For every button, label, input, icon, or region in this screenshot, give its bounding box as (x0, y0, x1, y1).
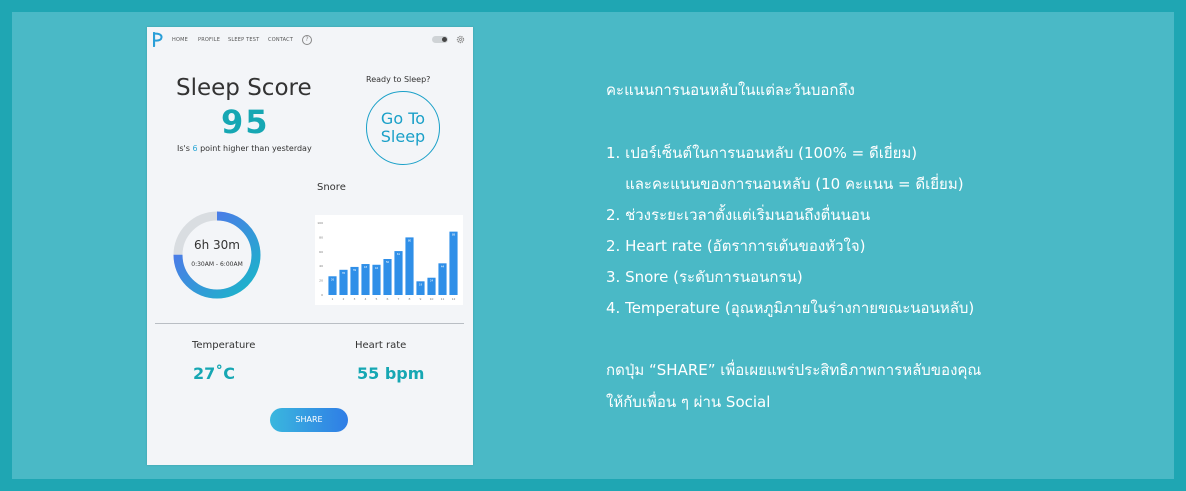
y-tick-label: 40 (319, 264, 323, 268)
y-tick-label: 80 (319, 235, 323, 239)
bar-value-label: 44 (441, 264, 445, 268)
heart-rate-value: 55 bpm (357, 364, 425, 383)
description-heading: คะแนนการนอนหลับในแต่ละวันบอกถึง (606, 81, 855, 99)
sleep-duration: 6h 30m (193, 238, 240, 252)
bar-value-label: 50 (386, 260, 390, 264)
gear-icon[interactable] (456, 35, 465, 44)
comparison-suffix: point higher than yesterday (197, 144, 312, 153)
x-tick-label: 3 (354, 297, 356, 301)
go-button-line2: Sleep (380, 127, 426, 146)
bar-value-label: 24 (430, 279, 434, 283)
description-item: 3. Snore (ระดับการนอนกรน) (606, 268, 803, 286)
toggle-knob (442, 37, 447, 42)
go-button-line1: Go To (380, 109, 426, 128)
snore-bar (449, 231, 458, 295)
share-button[interactable]: SHARE (270, 408, 348, 432)
x-tick-label: 2 (343, 297, 345, 301)
y-tick-label: 0 (321, 293, 323, 297)
bar-value-label: 88 (452, 233, 456, 237)
heart-rate-label: Heart rate (355, 340, 407, 351)
description-item: 2. ช่วงระยะเวลาตั้งแต่เริ่มนอนถึงตื่นนอน (606, 206, 871, 224)
y-tick-label: 20 (319, 279, 323, 283)
x-tick-label: 11 (441, 297, 445, 301)
description-item: และคะแนนของการนอนหลับ (10 คะแนน = ดีเยี่… (606, 175, 964, 193)
bar-value-label: 39 (353, 268, 357, 272)
go-to-sleep-button[interactable]: Go To Sleep (366, 91, 440, 165)
snore-title: Snore (317, 182, 346, 193)
ready-label: Ready to Sleep? (366, 75, 431, 84)
x-tick-label: 7 (398, 297, 400, 301)
x-tick-label: 9 (420, 297, 422, 301)
sleep-duration-ring (173, 211, 261, 299)
x-tick-label: 1 (332, 297, 334, 301)
share-description-line2: ให้กับเพื่อน ๆ ผ่าน Social (606, 393, 771, 411)
snore-bar (405, 237, 414, 295)
description-item: 2. Heart rate (อัตราการเต้นของหัวใจ) (606, 237, 866, 255)
logo-icon[interactable] (153, 32, 163, 47)
nav-sleep-test[interactable]: SLEEP TEST (228, 37, 259, 43)
y-tick-label: 100 (317, 221, 323, 225)
bar-value-label: 19 (419, 282, 423, 286)
bar-value-label: 42 (375, 266, 379, 270)
bar-value-label: 43 (364, 265, 368, 269)
app-mockup: HOME PROFILE SLEEP TEST CONTACT ? Sleep … (147, 27, 473, 465)
x-tick-label: 12 (452, 297, 456, 301)
snore-chart: 0 20 40 60 80 100 26 1 35 2 39 3 43 4 42 5 50 6 61 7 80 8 19 9 2… (315, 215, 463, 305)
y-tick-label: 60 (319, 250, 323, 254)
snore-bar (383, 259, 392, 295)
sleep-score-title: Sleep Score (176, 75, 312, 101)
temperature-value: 27˚C (193, 364, 236, 383)
description-item: 1. เปอร์เซ็นต์ในการนอนหลับ (100% = ดีเยี… (606, 144, 918, 162)
temperature-label: Temperature (192, 340, 256, 351)
comparison-prefix: Is's (177, 144, 193, 153)
nav-home[interactable]: HOME (172, 37, 188, 43)
divider (155, 323, 464, 324)
top-nav: HOME PROFILE SLEEP TEST CONTACT ? (147, 27, 473, 53)
x-tick-label: 8 (409, 297, 411, 301)
nav-profile[interactable]: PROFILE (198, 37, 220, 43)
x-tick-label: 5 (376, 297, 378, 301)
snore-bar (394, 251, 403, 295)
help-icon[interactable]: ? (302, 35, 312, 45)
x-tick-label: 10 (430, 297, 434, 301)
sleep-time-range: 0:30AM - 6:00AM (191, 261, 243, 268)
bar-value-label: 26 (331, 277, 335, 281)
score-comparison: Is's 6 point higher than yesterday (177, 144, 312, 153)
x-tick-label: 6 (387, 297, 389, 301)
bar-value-label: 80 (408, 238, 412, 242)
sleep-score-value: 95 (221, 103, 270, 141)
theme-toggle[interactable] (432, 36, 448, 43)
nav-contact[interactable]: CONTACT (268, 37, 293, 43)
bar-value-label: 35 (342, 271, 346, 275)
description-item: 4. Temperature (อุณหภูมิภายในร่างกายขณะน… (606, 299, 975, 317)
x-tick-label: 4 (365, 297, 367, 301)
bar-value-label: 61 (397, 252, 401, 256)
share-description-line1: กดปุ่ม “SHARE” เพื่อเผยแพร่ประสิทธิภาพกา… (606, 361, 982, 379)
